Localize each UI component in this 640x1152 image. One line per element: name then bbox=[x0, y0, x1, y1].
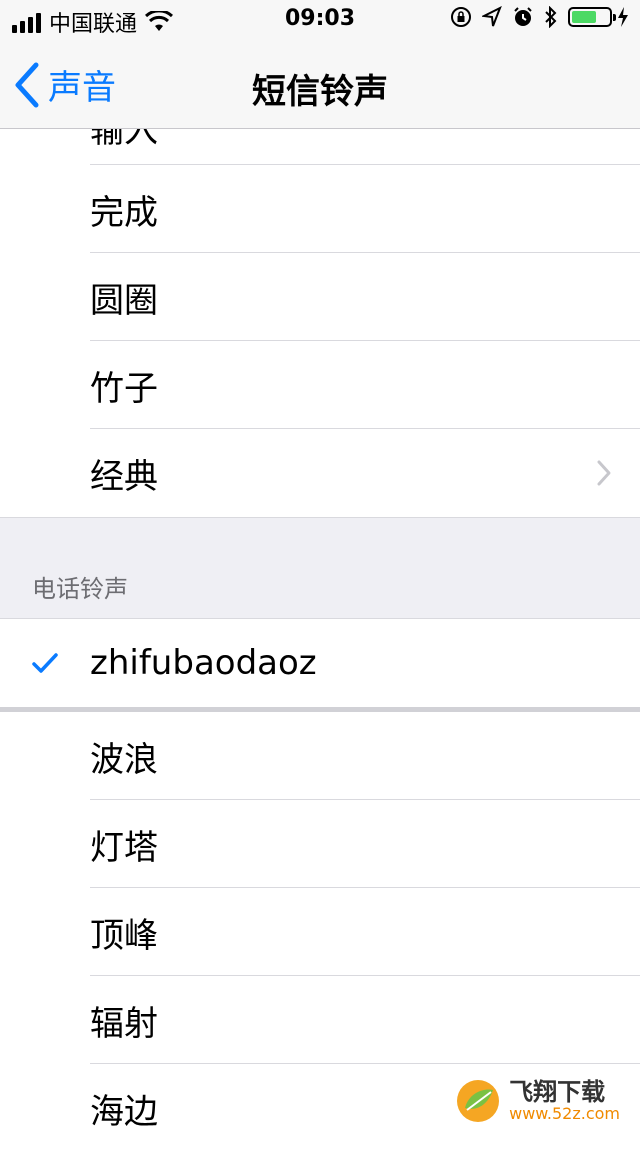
section-separator: 电话铃声 bbox=[0, 517, 640, 619]
ringtone-label: 顶峰 bbox=[90, 908, 158, 957]
list-item[interactable]: 辐射 bbox=[0, 976, 640, 1064]
leaf-logo-icon bbox=[455, 1078, 501, 1124]
tone-label: 竹子 bbox=[90, 361, 158, 410]
ringtone-label: 波浪 bbox=[90, 732, 158, 781]
list-item[interactable]: 输入 bbox=[0, 129, 640, 165]
tone-list: 输入 完成 圆圈 竹子 经典 电话铃声 zhifubao bbox=[0, 129, 640, 1152]
ringtone-label: 辐射 bbox=[90, 996, 158, 1045]
watermark: 飞翔下载 www.52z.com bbox=[447, 1074, 628, 1128]
watermark-url: www.52z.com bbox=[509, 1105, 620, 1123]
alarm-icon bbox=[512, 6, 534, 28]
chevron-right-icon bbox=[596, 459, 612, 487]
section-header: 电话铃声 bbox=[32, 569, 128, 604]
tone-label: 输入 bbox=[90, 129, 158, 152]
tone-label: 完成 bbox=[90, 185, 158, 234]
classic-tone-row[interactable]: 经典 bbox=[0, 429, 640, 517]
battery-icon bbox=[568, 7, 612, 27]
ringtone-label: zhifubaodaoz bbox=[90, 643, 317, 683]
list-item[interactable]: 圆圈 bbox=[0, 253, 640, 341]
watermark-text: 飞翔下载 www.52z.com bbox=[509, 1079, 620, 1123]
tone-label: 经典 bbox=[90, 449, 158, 498]
page-title: 短信铃声 bbox=[0, 64, 640, 113]
list-item[interactable]: 完成 bbox=[0, 165, 640, 253]
list-item[interactable]: 顶峰 bbox=[0, 888, 640, 976]
sms-tone-section: 输入 完成 圆圈 竹子 经典 bbox=[0, 129, 640, 517]
battery-level bbox=[572, 11, 596, 23]
ringtone-label: 海边 bbox=[90, 1084, 158, 1133]
list-item[interactable]: 灯塔 bbox=[0, 800, 640, 888]
ringtone-section: zhifubaodaoz 波浪 灯塔 顶峰 辐射 海边 bbox=[0, 619, 640, 1152]
charging-icon bbox=[618, 7, 628, 27]
watermark-title: 飞翔下载 bbox=[509, 1079, 620, 1105]
bluetooth-icon bbox=[544, 6, 558, 28]
tone-label: 圆圈 bbox=[90, 273, 158, 322]
rotation-lock-icon bbox=[450, 6, 472, 28]
list-item[interactable]: 波浪 bbox=[0, 712, 640, 800]
status-right bbox=[450, 6, 628, 28]
battery-group bbox=[568, 7, 628, 27]
list-item[interactable]: 竹子 bbox=[0, 341, 640, 429]
navigation-bar: 声音 短信铃声 bbox=[0, 40, 640, 129]
status-bar: 中国联通 09:03 bbox=[0, 0, 640, 40]
checkmark-icon bbox=[32, 652, 58, 674]
ringtone-label: 灯塔 bbox=[90, 820, 158, 869]
location-icon bbox=[482, 6, 502, 28]
selected-ringtone-row[interactable]: zhifubaodaoz bbox=[0, 619, 640, 707]
